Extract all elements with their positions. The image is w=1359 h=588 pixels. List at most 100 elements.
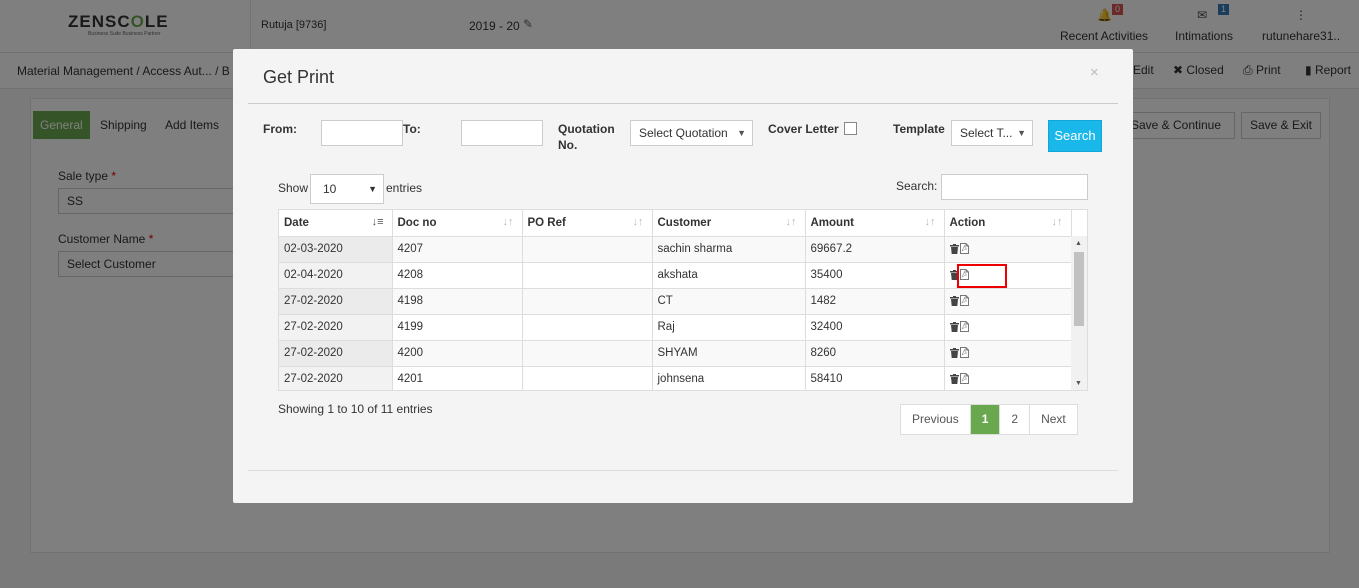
table-search-label: Search: (896, 179, 938, 193)
amount-cell: 35400 (805, 262, 945, 289)
page-1-button[interactable]: 1 (970, 405, 1001, 434)
entries-label: entries (386, 181, 423, 195)
amount-cell: 1482 (805, 288, 945, 315)
amount-cell: 32400 (805, 314, 945, 341)
to-date-input[interactable] (461, 120, 543, 146)
show-label: Show (278, 181, 309, 195)
doc-no-cell: 4200 (392, 340, 523, 367)
doc-no-cell: 4199 (392, 314, 523, 341)
col-header-action[interactable]: Action ↓↑ (944, 210, 1072, 237)
to-label: To: (403, 122, 421, 136)
date-cell: 27-02-2020 (279, 340, 393, 367)
date-cell: 02-04-2020 (279, 262, 393, 289)
customer-cell: Raj (652, 314, 806, 341)
date-cell: 02-03-2020 (279, 236, 393, 263)
trash-icon[interactable] (949, 295, 960, 307)
scroll-down-icon[interactable]: ▼ (1075, 380, 1082, 387)
pdf-icon[interactable] (959, 373, 970, 385)
doc-no-cell: 4201 (392, 366, 523, 390)
quotation-select[interactable]: Select Quotation ▼ (630, 120, 753, 146)
col-header-customer[interactable]: Customer ↓↑ (652, 210, 806, 237)
amount-cell: 8260 (805, 340, 945, 367)
scroll-up-icon[interactable]: ▲ (1075, 240, 1082, 247)
doc-no-cell: 4207 (392, 236, 523, 263)
next-page-button[interactable]: Next (1030, 405, 1077, 434)
customer-cell: sachin sharma (652, 236, 806, 263)
previous-page-button[interactable]: Previous (901, 405, 971, 434)
action-cell (944, 340, 1072, 367)
doc-no-cell: 4198 (392, 288, 523, 315)
sort-icon: ↓↑ (632, 216, 644, 228)
pagination: Previous 1 2 Next (900, 404, 1078, 435)
cover-letter-label: Cover Letter (768, 122, 839, 136)
sort-icon: ↓↑ (924, 216, 936, 228)
sort-icon: ↓↑ (502, 216, 514, 228)
divider (248, 103, 1118, 104)
action-cell (944, 366, 1072, 390)
amount-cell: 58410 (805, 366, 945, 390)
table-row: 27-02-2020 4198 CT 1482 (279, 288, 1072, 315)
po-ref-cell (522, 314, 653, 341)
table-info: Showing 1 to 10 of 11 entries (278, 402, 433, 416)
col-header-date[interactable]: Date ↓≡ (279, 210, 393, 237)
customer-cell: johnsena (652, 366, 806, 390)
doc-no-cell: 4208 (392, 262, 523, 289)
table-row: 02-04-2020 4208 akshata 35400 (279, 262, 1072, 289)
table-row: 27-02-2020 4201 johnsena 58410 (279, 366, 1072, 390)
caret-down-icon: ▼ (1017, 128, 1026, 138)
table-scrollbar[interactable]: ▲ ▼ (1071, 236, 1087, 390)
customer-cell: SHYAM (652, 340, 806, 367)
template-label: Template (893, 122, 945, 136)
table-header-row: Date ↓≡ Doc no ↓↑ PO Ref ↓↑ Customer ↓↑ Amou… (279, 210, 1072, 237)
trash-icon[interactable] (949, 243, 960, 255)
entries-length-select[interactable]: 10 ▼ (310, 174, 384, 204)
customer-cell: CT (652, 288, 806, 315)
pdf-icon[interactable] (959, 347, 970, 359)
table-search-input[interactable] (941, 174, 1088, 200)
customer-cell: akshata (652, 262, 806, 289)
action-cell (944, 314, 1072, 341)
col-header-amount[interactable]: Amount ↓↑ (805, 210, 945, 237)
action-cell (944, 236, 1072, 263)
action-cell (944, 288, 1072, 315)
search-button[interactable]: Search (1048, 120, 1102, 152)
close-icon[interactable]: × (1090, 64, 1099, 81)
po-ref-cell (522, 366, 653, 390)
table-row: 27-02-2020 4200 SHYAM 8260 (279, 340, 1072, 367)
table-row: 02-03-2020 4207 sachin sharma 69667.2 (279, 236, 1072, 263)
divider (248, 470, 1118, 471)
from-date-input[interactable] (321, 120, 403, 146)
date-cell: 27-02-2020 (279, 366, 393, 390)
get-print-modal: Get Print × From: To: Quotation No. Selec… (233, 49, 1133, 503)
date-cell: 27-02-2020 (279, 288, 393, 315)
pdf-icon[interactable] (959, 243, 970, 255)
scrollbar-thumb[interactable] (1074, 252, 1084, 326)
modal-title: Get Print (263, 67, 335, 87)
table-row: 27-02-2020 4199 Raj 32400 (279, 314, 1072, 341)
caret-down-icon: ▼ (368, 184, 377, 194)
sort-icon: ↓↑ (1051, 216, 1063, 228)
date-cell: 27-02-2020 (279, 314, 393, 341)
sort-icon: ↓↑ (785, 216, 797, 228)
amount-cell: 69667.2 (805, 236, 945, 263)
cover-letter-checkbox[interactable] (844, 122, 857, 135)
trash-icon[interactable] (949, 347, 960, 359)
sort-desc-icon: ↓≡ (371, 216, 384, 228)
print-table: Date ↓≡ Doc no ↓↑ PO Ref ↓↑ Customer ↓↑ Amou… (278, 209, 1088, 391)
trash-icon[interactable] (949, 373, 960, 385)
col-header-doc-no[interactable]: Doc no ↓↑ (392, 210, 523, 237)
po-ref-cell (522, 340, 653, 367)
col-header-po-ref[interactable]: PO Ref ↓↑ (522, 210, 653, 237)
pdf-icon[interactable] (959, 295, 970, 307)
template-select[interactable]: Select T... ▼ (951, 120, 1033, 146)
highlight-box (957, 264, 1007, 288)
po-ref-cell (522, 288, 653, 315)
trash-icon[interactable] (949, 321, 960, 333)
quotation-label: Quotation No. (558, 122, 615, 152)
caret-down-icon: ▼ (737, 128, 746, 138)
po-ref-cell (522, 262, 653, 289)
po-ref-cell (522, 236, 653, 263)
from-label: From: (263, 122, 297, 136)
page-2-button[interactable]: 2 (1000, 405, 1031, 434)
pdf-icon[interactable] (959, 321, 970, 333)
